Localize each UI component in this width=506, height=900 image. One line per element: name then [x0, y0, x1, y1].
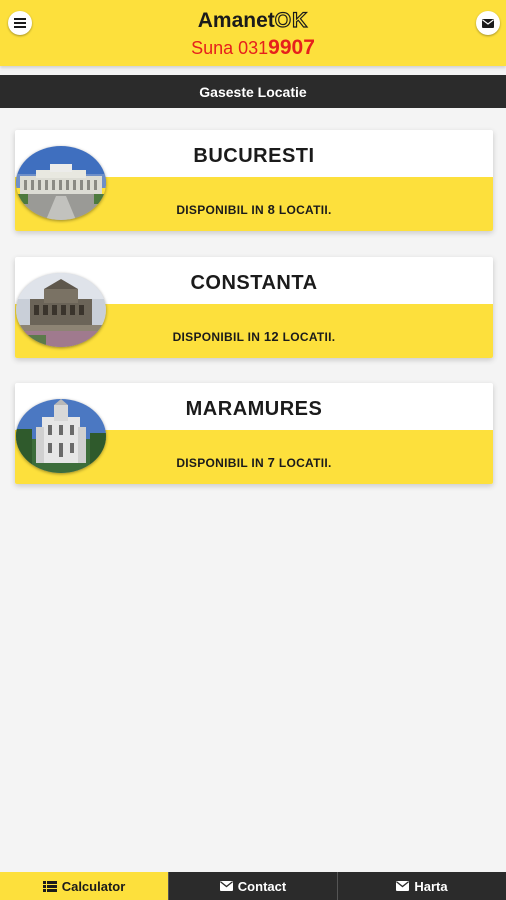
tab-harta[interactable]: Harta — [337, 872, 506, 900]
phone-suffix: 9907 — [268, 36, 315, 59]
location-card-bucuresti[interactable]: BUCURESTI DISPONIBIL IN 8 LOCATII. — [15, 130, 493, 231]
brand-logo: AmanetOK — [0, 8, 506, 33]
envelope-icon — [396, 881, 410, 891]
tab-calculator[interactable]: Calculator — [0, 872, 168, 900]
phone-prefix: Suna 031 — [191, 38, 269, 58]
brand-ok-text: OK — [274, 8, 309, 32]
tab-label: Calculator — [61, 878, 126, 894]
tab-contact[interactable]: Contact — [168, 872, 337, 900]
page-title: Gaseste Locatie — [199, 83, 307, 100]
location-card-maramures[interactable]: MARAMURES DISPONIBIL IN 7 LOCATII. — [15, 383, 493, 484]
list-icon — [42, 880, 57, 892]
tab-label: Harta — [414, 878, 448, 894]
phone-number[interactable]: Suna 0319907 — [0, 37, 506, 59]
city-photo-bucuresti — [16, 146, 106, 220]
brand-main-text: Amanet — [197, 9, 275, 32]
app-header: AmanetOK Suna 0319907 — [0, 0, 506, 66]
tab-label: Contact — [237, 878, 287, 894]
city-photo-maramures — [16, 399, 106, 473]
page-title-bar: Gaseste Locatie — [0, 75, 506, 108]
bottom-nav: Calculator Contact Harta — [0, 872, 506, 900]
envelope-icon — [219, 881, 233, 891]
envelope-icon — [482, 18, 494, 28]
location-count: 12 — [263, 329, 279, 344]
mail-button[interactable] — [476, 11, 500, 35]
location-card-constanta[interactable]: CONSTANTA DISPONIBIL IN 12 LOCATII. — [15, 257, 493, 358]
city-photo-constanta — [16, 273, 106, 347]
